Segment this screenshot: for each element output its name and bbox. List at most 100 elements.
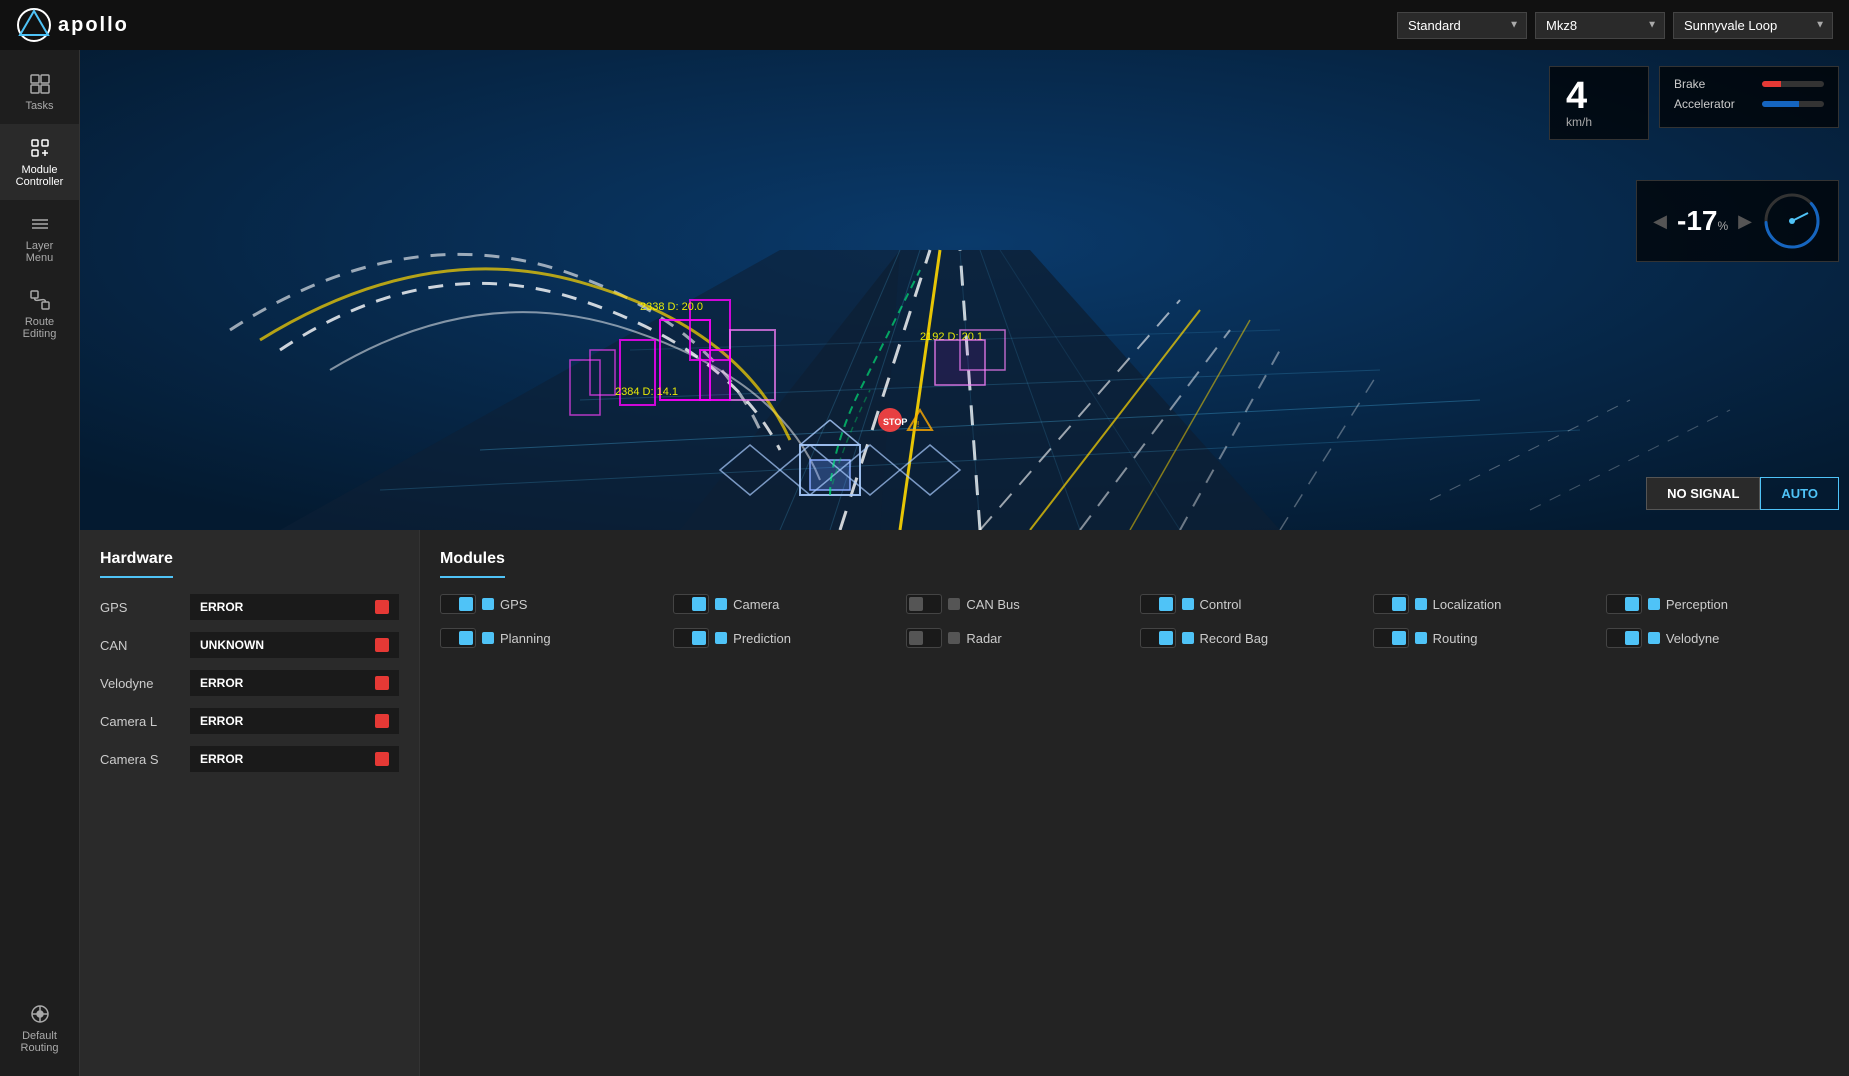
- bottom-panel: Hardware GPS ERROR CAN UNKNOWN Velodyne …: [80, 530, 1849, 1076]
- hw-status-text: ERROR: [200, 714, 243, 728]
- module-toggle-control[interactable]: [1140, 594, 1176, 614]
- hw-status-indicator: [375, 752, 389, 766]
- module-status-dot: [715, 632, 727, 644]
- mode-select[interactable]: Standard Simulation Recording: [1397, 12, 1527, 39]
- module-label: Perception: [1666, 597, 1728, 612]
- module-status-dot: [715, 598, 727, 610]
- hw-status-indicator: [375, 638, 389, 652]
- auto-button[interactable]: AUTO: [1760, 477, 1839, 510]
- accel-label: Accelerator: [1674, 97, 1754, 111]
- steering-display: -17%: [1677, 205, 1728, 237]
- module-label: Camera: [733, 597, 779, 612]
- module-item-planning: Planning: [440, 628, 663, 648]
- hw-status-text: UNKNOWN: [200, 638, 264, 652]
- route-select[interactable]: Sunnyvale Loop Route A Route B: [1673, 12, 1833, 39]
- modules-grid: GPS Camera CAN Bus Control Localization …: [440, 594, 1829, 648]
- module-toggle-gps[interactable]: [440, 594, 476, 614]
- accel-bar-bg: [1762, 101, 1824, 107]
- tasks-icon: [28, 72, 52, 96]
- steering-right-arrow[interactable]: ▶: [1738, 211, 1752, 232]
- route-editing-label: RouteEditing: [23, 316, 57, 340]
- svg-text:!: !: [917, 420, 919, 429]
- module-label: Control: [1200, 597, 1242, 612]
- svg-text:STOP: STOP: [883, 417, 907, 427]
- accel-row: Accelerator: [1674, 97, 1824, 111]
- steering-left-arrow[interactable]: ◀: [1653, 211, 1667, 232]
- svg-text:2192 D: 20.1: 2192 D: 20.1: [920, 331, 983, 343]
- logo: apollo: [16, 7, 129, 43]
- hw-name: GPS: [100, 600, 180, 615]
- module-controller-label: ModuleController: [16, 164, 64, 188]
- module-item-control: Control: [1140, 594, 1363, 614]
- module-status-dot: [1182, 632, 1194, 644]
- module-toggle-inner: [1625, 631, 1639, 645]
- sidebar-item-route-editing[interactable]: RouteEditing: [0, 276, 79, 352]
- routing-icon: [28, 1002, 52, 1026]
- hw-status-camera l: ERROR: [190, 708, 399, 734]
- hw-row-camera-s: Camera S ERROR: [100, 746, 399, 772]
- svg-text:2338 D: 20.0: 2338 D: 20.0: [640, 301, 703, 313]
- app-name: apollo: [58, 14, 129, 37]
- module-toggle-velodyne[interactable]: [1606, 628, 1642, 648]
- module-status-dot: [948, 632, 960, 644]
- 3d-view[interactable]: 2338 D: 20.0 2384 D: 14.1 2192 D: 20.1: [80, 50, 1849, 530]
- topbar-selects: Standard Simulation Recording Mkz8 Mkz6 …: [1397, 12, 1833, 39]
- module-item-localization: Localization: [1373, 594, 1596, 614]
- module-toggle-inner: [692, 597, 706, 611]
- module-toggle-prediction[interactable]: [673, 628, 709, 648]
- module-toggle-inner: [459, 597, 473, 611]
- sidebar-item-tasks[interactable]: Tasks: [0, 60, 79, 124]
- no-signal-button[interactable]: NO SIGNAL: [1646, 477, 1760, 510]
- module-toggle-inner: [1625, 597, 1639, 611]
- hw-status-indicator: [375, 714, 389, 728]
- module-toggle-perception[interactable]: [1606, 594, 1642, 614]
- module-toggle-radar[interactable]: [906, 628, 942, 648]
- sidebar-item-layer-menu[interactable]: LayerMenu: [0, 200, 79, 276]
- steering-dial: [1762, 191, 1822, 251]
- module-item-perception: Perception: [1606, 594, 1829, 614]
- sidebar-item-module-controller[interactable]: ModuleController: [0, 124, 79, 200]
- route-select-wrapper: Sunnyvale Loop Route A Route B: [1673, 12, 1833, 39]
- hw-status-text: ERROR: [200, 600, 243, 614]
- module-icon: [28, 136, 52, 160]
- hw-row-can: CAN UNKNOWN: [100, 632, 399, 658]
- brake-bar-bg: [1762, 81, 1824, 87]
- module-toggle-camera[interactable]: [673, 594, 709, 614]
- hud-speed: 4 km/h: [1549, 66, 1649, 140]
- sidebar-bottom: DefaultRouting: [0, 990, 79, 1076]
- module-status-dot: [948, 598, 960, 610]
- hardware-panel: Hardware GPS ERROR CAN UNKNOWN Velodyne …: [80, 530, 420, 1076]
- module-label: CAN Bus: [966, 597, 1019, 612]
- hw-name: Camera L: [100, 714, 180, 729]
- steering-value: -17: [1677, 205, 1717, 236]
- layer-icon: [28, 212, 52, 236]
- module-label: Routing: [1433, 631, 1478, 646]
- hardware-rows: GPS ERROR CAN UNKNOWN Velodyne ERROR Cam…: [100, 594, 399, 772]
- brake-label: Brake: [1674, 77, 1754, 91]
- module-item-record-bag: Record Bag: [1140, 628, 1363, 648]
- module-label: Radar: [966, 631, 1001, 646]
- module-item-velodyne: Velodyne: [1606, 628, 1829, 648]
- module-toggle-inner: [909, 631, 923, 645]
- module-toggle-planning[interactable]: [440, 628, 476, 648]
- module-toggle-record-bag[interactable]: [1140, 628, 1176, 648]
- hw-status-camera s: ERROR: [190, 746, 399, 772]
- hw-status-can: UNKNOWN: [190, 632, 399, 658]
- vehicle-select[interactable]: Mkz8 Mkz6 Transit: [1535, 12, 1665, 39]
- module-toggle-inner: [459, 631, 473, 645]
- layer-menu-label: LayerMenu: [26, 240, 54, 264]
- module-toggle-localization[interactable]: [1373, 594, 1409, 614]
- content-area: 2338 D: 20.0 2384 D: 14.1 2192 D: 20.1: [80, 50, 1849, 1076]
- module-toggle-routing[interactable]: [1373, 628, 1409, 648]
- modules-panel: Modules GPS Camera CAN Bus Control Local…: [420, 530, 1849, 1076]
- module-status-dot: [482, 598, 494, 610]
- module-item-camera: Camera: [673, 594, 896, 614]
- hw-status-text: ERROR: [200, 676, 243, 690]
- hw-name: CAN: [100, 638, 180, 653]
- module-toggle-can-bus[interactable]: [906, 594, 942, 614]
- sidebar-item-default-routing[interactable]: DefaultRouting: [0, 990, 79, 1066]
- apollo-logo-icon: [16, 7, 52, 43]
- module-toggle-inner: [1392, 631, 1406, 645]
- module-label: GPS: [500, 597, 527, 612]
- module-toggle-inner: [909, 597, 923, 611]
